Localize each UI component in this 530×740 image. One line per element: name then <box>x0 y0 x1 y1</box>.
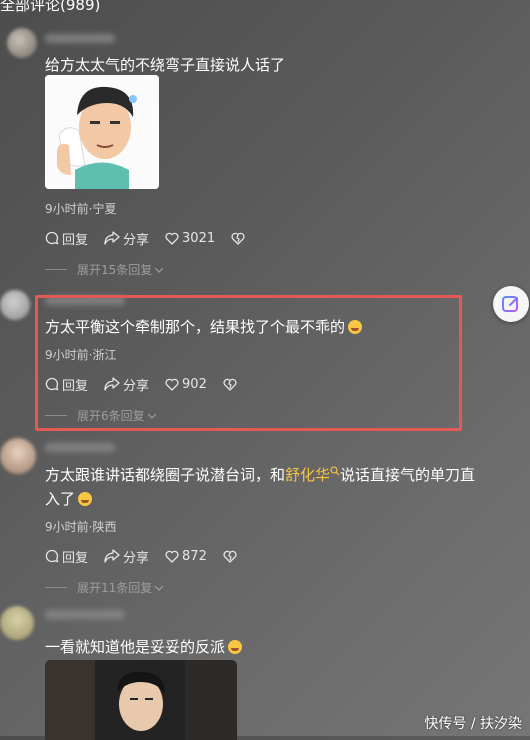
comment-actions: 回复 分享 3021 <box>45 229 264 248</box>
divider <box>45 587 67 588</box>
comment-meta: 9小时前·陕西 <box>45 520 117 534</box>
reply-label: 回复 <box>62 550 89 566</box>
mentioned-name-link[interactable]: 舒化华 <box>285 466 330 484</box>
comment-meta: 9小时前·宁夏 <box>45 202 117 216</box>
share-button[interactable]: 分享 <box>104 229 149 248</box>
share-button[interactable]: 分享 <box>104 547 149 566</box>
comment-text: 方太跟谁讲话都绕圈子说潜台词，和舒化华 说话直接气的单刀直入了 <box>45 463 485 511</box>
comments-header: 全部评论(989) <box>0 0 101 14</box>
comment-text-before: 方太跟谁讲话都绕圈子说潜台词，和 <box>45 466 286 484</box>
reply-button[interactable]: 回复 <box>45 229 88 248</box>
comment-actions: 回复 分享 872 <box>45 547 256 566</box>
expand-label: 展开11条回复 <box>77 581 153 595</box>
reply-button[interactable]: 回复 <box>45 547 88 566</box>
like-count: 872 <box>182 548 207 564</box>
reply-label: 回复 <box>62 232 89 248</box>
username[interactable] <box>45 34 115 43</box>
heart-icon <box>165 232 179 245</box>
reply-icon <box>45 231 59 245</box>
chevron-down-icon <box>154 267 164 273</box>
edit-note-icon <box>502 296 518 312</box>
share-icon <box>104 549 120 563</box>
username[interactable] <box>45 610 125 619</box>
expand-replies-button[interactable]: 展开15条回复 <box>45 261 164 278</box>
comment-text: 给方太太气的不绕弯子直接说人话了 <box>45 56 286 74</box>
avatar[interactable] <box>0 290 30 320</box>
dislike-button[interactable] <box>231 232 248 245</box>
username[interactable] <box>45 443 115 452</box>
image-thumbnail[interactable] <box>45 660 237 740</box>
floating-edit-button[interactable] <box>493 286 529 322</box>
broken-heart-icon <box>223 550 237 563</box>
like-button[interactable]: 3021 <box>165 231 215 246</box>
avatar[interactable] <box>7 28 37 58</box>
share-label: 分享 <box>123 232 150 248</box>
comment-text-content: 一看就知道他是妥妥的反派 <box>45 638 226 656</box>
divider <box>45 269 67 270</box>
comment-text: 一看就知道他是妥妥的反派 <box>45 635 243 659</box>
like-button[interactable]: 872 <box>165 549 207 564</box>
broken-heart-icon <box>231 232 245 245</box>
like-count: 3021 <box>182 230 216 246</box>
expand-replies-button[interactable]: 展开11条回复 <box>45 579 164 596</box>
search-icon[interactable] <box>330 466 340 476</box>
avatar[interactable] <box>0 438 36 474</box>
share-icon <box>104 231 120 245</box>
watermark-text: 快传号 / 扶汐染 <box>424 716 522 732</box>
avatar[interactable] <box>0 606 34 640</box>
expand-label: 展开15条回复 <box>77 263 153 277</box>
share-label: 分享 <box>123 550 150 566</box>
reply-icon <box>45 549 59 563</box>
highlight-annotation-box <box>35 295 462 431</box>
dislike-button[interactable] <box>223 550 240 563</box>
chevron-down-icon <box>154 585 164 591</box>
embarrassed-emoji-icon <box>78 492 93 506</box>
sticker-image[interactable] <box>45 75 159 189</box>
heart-icon <box>165 550 179 563</box>
grimace-emoji-icon <box>228 640 243 654</box>
